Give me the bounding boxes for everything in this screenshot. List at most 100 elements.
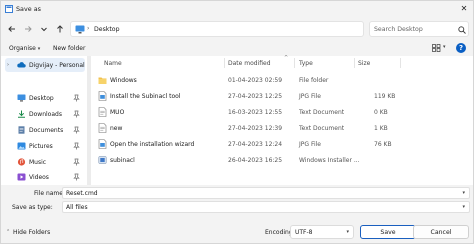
sidebar-item-label: Digvijay - Personal (29, 62, 85, 69)
pin-icon (73, 94, 80, 102)
sidebar-item-label: Music (29, 159, 47, 166)
save-as-type-value: All files (66, 204, 88, 211)
sidebar-item-desktop[interactable]: Desktop (5, 91, 85, 105)
organise-label: Organise (9, 45, 36, 52)
sidebar-item-label: Documents (29, 127, 64, 134)
column-header-size[interactable]: Size (358, 60, 370, 67)
pictures-icon (17, 142, 26, 150)
breadcrumb-chevron-icon: › (87, 25, 90, 32)
sidebar-item-music[interactable]: Music (5, 155, 85, 169)
organise-menu[interactable]: Organise ▾ (9, 45, 40, 52)
column-divider[interactable] (294, 58, 295, 68)
table-row[interactable]: MUO 16-03-2023 12:55 Text Document 0 KB (94, 104, 473, 120)
search-input[interactable]: Search Desktop (374, 26, 423, 33)
chevron-down-icon[interactable]: ▾ (462, 204, 465, 210)
column-divider[interactable] (224, 58, 225, 68)
desktop-icon (17, 94, 26, 102)
navigation-bar: › Desktop ⌄ Search Desktop (1, 17, 473, 41)
column-divider[interactable] (400, 58, 401, 68)
file-size: 76 KB (374, 141, 392, 148)
pin-icon (73, 110, 80, 118)
chevron-up-icon[interactable]: ⌃ (6, 229, 10, 235)
image-file-icon (98, 91, 107, 101)
file-name-label: File name: (34, 190, 65, 197)
file-type: Text Document (299, 125, 345, 132)
address-bar[interactable]: › Desktop ⌄ (70, 21, 434, 37)
image-file-icon (98, 139, 107, 149)
file-name: MUO (110, 109, 125, 116)
table-row[interactable]: Open the installation wizard 27-04-2023 … (94, 136, 473, 152)
sidebar-item-onedrive[interactable]: › Digvijay - Personal (5, 58, 85, 72)
table-row[interactable]: subinacl 26-04-2023 16:25 Windows Instal… (94, 152, 473, 168)
main-content: › Digvijay - Personal Desktop Downloads (1, 55, 473, 185)
sidebar-item-downloads[interactable]: Downloads (5, 107, 85, 121)
expand-chevron-icon[interactable]: › (7, 62, 9, 68)
new-folder-button[interactable]: New folder (53, 45, 85, 52)
column-header-type[interactable]: Type (299, 60, 313, 67)
view-options-icon[interactable] (432, 44, 441, 52)
pin-icon (73, 142, 80, 150)
cancel-button[interactable]: Cancel (413, 225, 469, 239)
sidebar-item-label: Pictures (29, 143, 53, 150)
file-type: File folder (299, 77, 329, 84)
up-arrow-icon[interactable] (55, 24, 65, 34)
breadcrumb[interactable]: Desktop (94, 26, 120, 33)
sidebar-item-videos[interactable]: Videos (5, 170, 85, 184)
file-type: Text Document (299, 109, 345, 116)
command-bar: Organise ▾ New folder ▾ ? (1, 41, 473, 55)
file-date: 16-03-2023 12:55 (228, 109, 283, 116)
file-date: 01-04-2023 02:59 (228, 77, 283, 84)
pin-icon (73, 173, 80, 181)
encoding-select[interactable]: UTF-8 ▾ (290, 225, 354, 239)
sidebar-item-pictures[interactable]: Pictures (5, 139, 85, 153)
column-header-date[interactable]: Date modified (228, 60, 271, 67)
navigation-pane: › Digvijay - Personal Desktop Downloads (1, 56, 87, 185)
chevron-down-icon[interactable]: ▾ (462, 190, 465, 196)
table-row[interactable]: Install the Subinacl tool 27-04-2023 12:… (94, 88, 473, 104)
dialog-footer: ⌃ Hide Folders Encoding: UTF-8 ▾ Save Ca… (1, 223, 473, 243)
file-name-input[interactable]: Reset.cmd (66, 190, 98, 197)
back-arrow-icon[interactable] (7, 24, 17, 34)
file-size: 0 KB (374, 109, 388, 116)
cloud-icon (17, 62, 26, 68)
save-as-type-label: Save as type: (12, 204, 53, 211)
sidebar-item-label: Videos (29, 174, 49, 181)
close-icon[interactable]: ✕ (459, 4, 469, 14)
window-title: Save as (16, 5, 41, 13)
pin-icon (73, 158, 80, 166)
text-file-icon (98, 107, 107, 117)
file-date: 27-04-2023 12:24 (228, 141, 283, 148)
sort-chevron-up-icon: ^ (284, 55, 289, 61)
forward-arrow-icon[interactable] (23, 24, 33, 34)
file-date: 27-04-2023 12:39 (228, 125, 283, 132)
download-icon (18, 110, 25, 118)
table-row[interactable]: Windows 01-04-2023 02:59 File folder (94, 72, 473, 88)
file-name: Open the installation wizard (110, 141, 195, 148)
file-type: Windows Installer ... (299, 157, 360, 164)
save-as-type-select[interactable]: All files ▾ (62, 201, 470, 213)
folder-icon (98, 77, 107, 84)
documents-icon (18, 126, 25, 134)
table-row[interactable]: new 27-04-2023 12:39 Text Document 1 KB (94, 120, 473, 136)
file-date: 26-04-2023 16:25 (228, 157, 283, 164)
save-button[interactable]: Save (360, 225, 416, 239)
file-name-field[interactable]: Reset.cmd ▾ (62, 187, 470, 199)
hide-folders-button[interactable]: Hide Folders (13, 229, 50, 236)
search-box[interactable]: Search Desktop (369, 21, 469, 37)
sidebar-item-documents[interactable]: Documents (5, 123, 85, 137)
search-icon[interactable] (458, 26, 466, 34)
file-type: JPG File (299, 141, 321, 148)
column-divider[interactable] (354, 58, 355, 68)
installer-icon (98, 156, 107, 164)
view-chevron-down-icon[interactable]: ▾ (443, 44, 446, 50)
column-header-name[interactable]: Name (104, 60, 122, 67)
save-fields: File name: Reset.cmd ▾ Save as type: All… (1, 186, 473, 216)
help-icon[interactable]: ? (456, 43, 466, 53)
sidebar-item-label: Downloads (29, 111, 62, 118)
file-date: 27-04-2023 12:25 (228, 93, 283, 100)
pin-icon (73, 126, 80, 134)
text-file-icon (98, 123, 107, 133)
recent-locations-chevron-down-icon[interactable] (39, 24, 49, 34)
sidebar-scrollbar[interactable] (87, 56, 91, 185)
file-type: JPG File (299, 93, 321, 100)
